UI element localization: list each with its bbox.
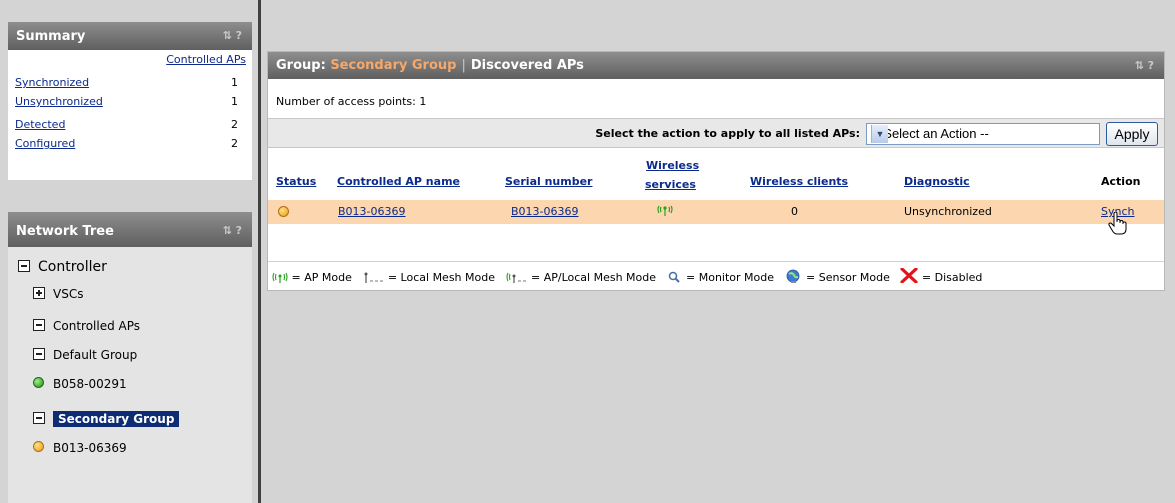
panel-tools-icon[interactable]: ⇅ ? — [1135, 59, 1154, 72]
synchronized-count: 1 — [231, 76, 238, 89]
disabled-icon — [900, 268, 919, 283]
tree-item-vscs[interactable]: VSCs — [33, 287, 83, 301]
network-tree-tools-icon[interactable]: ⇅ ? — [223, 224, 242, 237]
legend-monitor: = Monitor Mode — [686, 271, 775, 284]
detected-count: 2 — [231, 118, 238, 131]
sensor-mode-icon — [786, 269, 799, 283]
summary-header: Summary ⇅ ? — [8, 22, 252, 50]
left-sidebar: Summary ⇅ ? Controlled APs Synchronized … — [0, 0, 258, 503]
tree-item-label: Controlled APs — [53, 319, 141, 333]
column-wireless-services-line1[interactable]: Wireless — [646, 159, 699, 172]
legend-ap-local-mesh: = AP/Local Mesh Mode — [531, 271, 657, 284]
unsynchronized-count: 1 — [231, 95, 238, 108]
column-action: Action — [1101, 175, 1141, 188]
tree-item-label: Controller — [38, 259, 107, 275]
wireless-clients-count: 0 — [791, 205, 798, 218]
legend-sensor: = Sensor Mode — [806, 271, 890, 284]
table-row: B013-06369 B013-06369 0 Unsynchronized S… — [268, 200, 1164, 235]
summary-row: Detected 2 — [8, 118, 252, 135]
ap-name-link[interactable]: B013-06369 — [338, 205, 406, 218]
tree-item-label: B013-06369 — [53, 441, 127, 455]
detected-link[interactable]: Detected — [15, 118, 65, 131]
tree-item-label-selected: Secondary Group — [53, 411, 180, 427]
network-tree-panel: Controller VSCs Controlled APs Default G… — [8, 247, 252, 503]
diagnostic-text: Unsynchronized — [904, 205, 992, 218]
action-label: Select the action to apply to all listed… — [595, 127, 860, 140]
collapse-icon[interactable] — [18, 260, 30, 272]
column-wireless-clients[interactable]: Wireless clients — [750, 175, 848, 188]
section-title: Discovered APs — [470, 58, 584, 73]
tree-item-controlled-aps[interactable]: Controlled APs — [33, 319, 140, 333]
ap-local-mesh-mode-icon — [505, 272, 526, 283]
tree-item-label: B058-00291 — [53, 377, 127, 391]
column-status[interactable]: Status — [276, 175, 316, 188]
ap-count-text: Number of access points: 1 — [276, 95, 427, 108]
summary-panel: Controlled APs Synchronized 1 Unsynchron… — [8, 50, 252, 180]
header-separator: | — [461, 58, 466, 73]
column-serial[interactable]: Serial number — [505, 175, 592, 188]
controlled-aps-column-link[interactable]: Controlled APs — [166, 53, 246, 66]
network-tree-title: Network Tree — [16, 224, 114, 239]
tree-item-ap-b013[interactable]: B013-06369 — [33, 441, 127, 455]
column-diagnostic[interactable]: Diagnostic — [904, 175, 970, 188]
monitor-mode-icon — [668, 271, 680, 283]
collapse-icon[interactable] — [33, 412, 45, 424]
legend-disabled: = Disabled — [921, 271, 983, 284]
summary-row: Unsynchronized 1 — [8, 95, 252, 112]
collapse-icon[interactable] — [33, 348, 45, 360]
chevron-down-icon[interactable]: ▼ — [871, 125, 888, 143]
local-mesh-mode-icon — [364, 272, 384, 283]
legend: = AP Mode = Local Mesh Mode = AP/Local M… — [268, 261, 1164, 288]
action-select-value: -- Select an Action -- — [871, 126, 989, 141]
unsynchronized-link[interactable]: Unsynchronized — [15, 95, 103, 108]
action-select[interactable]: -- Select an Action -- ▼ — [866, 123, 1100, 145]
legend-local-mesh: = Local Mesh Mode — [387, 271, 495, 284]
legend-ap-mode: = AP Mode — [291, 271, 352, 284]
ap-mode-icon — [272, 272, 288, 283]
column-wireless-services-line2[interactable]: services — [645, 178, 696, 191]
network-tree-header: Network Tree ⇅ ? — [8, 212, 252, 247]
hand-cursor-icon — [1108, 212, 1127, 235]
tree-item-label: Default Group — [53, 348, 138, 362]
ap-status-orange-icon — [33, 441, 44, 452]
tree-item-label: VSCs — [53, 287, 84, 301]
action-bar: Select the action to apply to all listed… — [268, 118, 1164, 148]
tree-item-controller[interactable]: Controller — [18, 259, 107, 275]
summary-row: Configured 2 — [8, 137, 252, 154]
summary-title: Summary — [16, 29, 86, 44]
ap-status-green-icon — [33, 377, 44, 388]
tree-item-ap-b058[interactable]: B058-00291 — [33, 377, 127, 391]
column-ap-name[interactable]: Controlled AP name — [337, 175, 460, 188]
group-prefix: Group: — [276, 58, 326, 73]
summary-row: Synchronized 1 — [8, 76, 252, 93]
sidebar-divider[interactable] — [258, 0, 261, 503]
discovered-aps-panel: Group: Secondary Group | Discovered APs ⇅ … — [267, 51, 1165, 291]
group-name: Secondary Group — [330, 58, 457, 73]
collapse-icon[interactable] — [33, 319, 45, 331]
ap-status-orange-icon — [278, 206, 289, 217]
serial-link[interactable]: B013-06369 — [511, 205, 579, 218]
apply-button[interactable]: Apply — [1106, 122, 1158, 146]
expand-icon[interactable] — [33, 287, 45, 299]
configured-link[interactable]: Configured — [15, 137, 75, 150]
summary-tools-icon[interactable]: ⇅ ? — [223, 29, 242, 42]
panel-header: Group: Secondary Group | Discovered APs ⇅ … — [268, 52, 1164, 79]
synchronized-link[interactable]: Synchronized — [15, 76, 89, 89]
tree-item-secondary-group[interactable]: Secondary Group — [33, 411, 180, 427]
ap-count-row: Number of access points: 1 — [268, 79, 1164, 113]
table-header: Status Controlled AP name Serial number … — [268, 153, 1164, 197]
configured-count: 2 — [231, 137, 238, 150]
ap-mode-icon — [657, 205, 673, 216]
tree-item-default-group[interactable]: Default Group — [33, 348, 137, 362]
